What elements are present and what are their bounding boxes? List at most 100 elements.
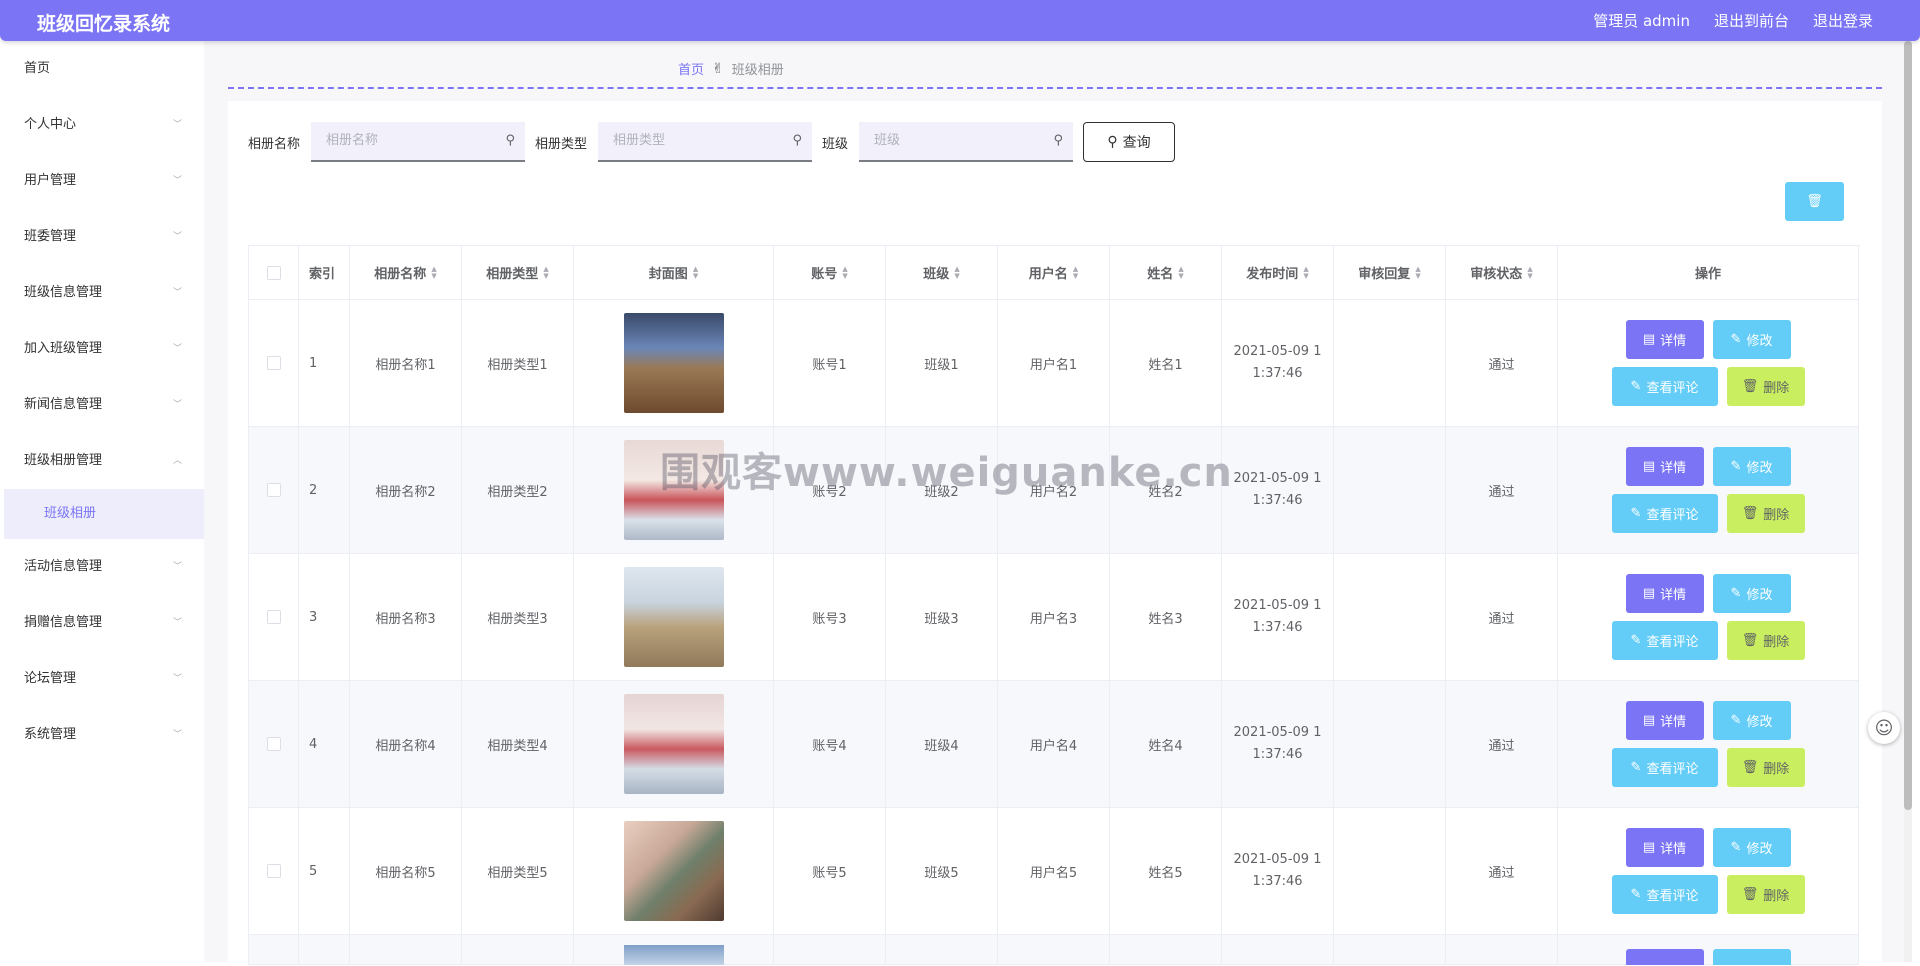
sidebar-item-committee[interactable]: 班委管理 ﹀ [4, 209, 204, 265]
detail-button[interactable]: ▤ 详情 [1625, 574, 1704, 613]
edit-button-label: 修改 [1746, 461, 1773, 476]
row-checkbox[interactable] [266, 356, 281, 370]
avatar[interactable]: ☺ [1868, 712, 1900, 744]
header-realname[interactable]: 姓名 ▲ ▼ [1110, 246, 1222, 300]
to-front-link[interactable]: 退出到前台 [1714, 10, 1789, 31]
sidebar-item-activity[interactable]: 活动信息管理 ﹀ [4, 539, 204, 595]
album-panel: 相册名称 相册名称 ⚲ 相册类型 相册类型 ⚲ 班级 班级 ⚲ ⚲ 查询 🗑 索引 相册… [228, 101, 1882, 965]
sidebar-item-home[interactable]: 首页 [4, 41, 204, 97]
account-cell [774, 935, 886, 965]
header-account[interactable]: 账号 ▲ ▼ [774, 246, 886, 300]
time-cell [1222, 935, 1334, 965]
album-type-input[interactable]: 相册类型 ⚲ [598, 122, 813, 162]
sidebar-item-album[interactable]: 班级相册管理 ︿ [4, 433, 204, 489]
cover-image[interactable] [623, 945, 724, 965]
sort-icon[interactable]: ▲ ▼ [842, 265, 847, 280]
header-cover[interactable]: 封面图 ▲ ▼ [574, 246, 774, 300]
select-all-checkbox[interactable] [266, 265, 281, 280]
sort-icon[interactable]: ▲ ▼ [954, 265, 959, 280]
comments-button[interactable]: ✎ 查看评论 [1611, 367, 1718, 406]
delete-button-label: 删除 [1763, 762, 1790, 777]
name-cell: 相册名称5 [350, 808, 462, 935]
row-checkbox[interactable] [266, 864, 281, 878]
class-input[interactable]: 班级 ⚲ [859, 122, 1074, 162]
cover-image[interactable] [623, 440, 724, 540]
sort-icon[interactable]: ▲ ▼ [1178, 265, 1183, 280]
class-cell: 班级2 [886, 427, 998, 554]
sidebar-item-system[interactable]: 系统管理 ﹀ [4, 707, 204, 763]
sidebar-item-label: 论坛管理 [24, 671, 77, 686]
sidebar-item-forum[interactable]: 论坛管理 ﹀ [4, 651, 204, 707]
comments-button[interactable]: ✎ 查看评论 [1611, 748, 1718, 787]
edit-button[interactable]: ✎ 修改 [1712, 320, 1791, 359]
page-scrollbar[interactable] [1904, 41, 1912, 962]
sidebar-item-label: 首页 [24, 61, 51, 76]
type-cell [462, 935, 574, 965]
detail-button[interactable]: ▤ 详情 [1625, 447, 1704, 486]
sidebar-item-class-info[interactable]: 班级信息管理 ﹀ [4, 265, 204, 321]
cover-image[interactable] [623, 313, 724, 413]
row-checkbox[interactable] [266, 737, 281, 751]
detail-button[interactable]: ▤ 详情 [1625, 320, 1704, 359]
comments-button[interactable]: ✎ 查看评论 [1611, 494, 1718, 533]
table-row: 3 相册名称3 相册类型3 账号3 班级3 用户名3 姓名3 2021-05-0… [249, 554, 1860, 681]
sort-icon[interactable]: ▲ ▼ [1303, 265, 1308, 280]
time-line: 1:37:46 [1252, 366, 1303, 381]
batch-delete-button[interactable]: 🗑 [1785, 182, 1844, 221]
sort-icon[interactable]: ▲ ▼ [693, 265, 698, 280]
username-cell: 用户名3 [998, 554, 1110, 681]
cover-image[interactable] [623, 821, 724, 921]
sidebar-item-personal[interactable]: 个人中心 ﹀ [4, 97, 204, 153]
comments-button[interactable]: ✎ 查看评论 [1611, 621, 1718, 660]
detail-button[interactable]: ▤ 详情 [1625, 828, 1704, 867]
album-name-input[interactable]: 相册名称 ⚲ [311, 122, 526, 162]
header-name[interactable]: 相册名称 ▲ ▼ [350, 246, 462, 300]
header-type[interactable]: 相册类型 ▲ ▼ [462, 246, 574, 300]
sidebar-item-news[interactable]: 新闻信息管理 ﹀ [4, 377, 204, 433]
detail-button[interactable] [1625, 949, 1704, 965]
detail-button[interactable]: ▤ 详情 [1625, 701, 1704, 740]
index-cell: 4 [299, 681, 350, 808]
sort-icon[interactable]: ▲ ▼ [1073, 265, 1078, 280]
detail-button-label: 详情 [1660, 461, 1687, 476]
logout-link[interactable]: 退出登录 [1813, 10, 1873, 31]
header-time[interactable]: 发布时间 ▲ ▼ [1222, 246, 1334, 300]
cover-image[interactable] [623, 694, 724, 794]
edit-button[interactable]: ✎ 修改 [1712, 447, 1791, 486]
delete-button[interactable]: 🗑 删除 [1726, 621, 1805, 660]
delete-button[interactable]: 🗑 删除 [1726, 748, 1805, 787]
realname-cell: 姓名4 [1110, 681, 1222, 808]
sidebar-item-label: 班委管理 [24, 229, 77, 244]
query-button[interactable]: ⚲ 查询 [1083, 122, 1176, 162]
delete-button[interactable]: 🗑 删除 [1726, 367, 1805, 406]
edit-button[interactable] [1712, 949, 1791, 965]
sidebar-subitem-class-album[interactable]: 班级相册 [4, 489, 204, 539]
sidebar-item-users[interactable]: 用户管理 ﹀ [4, 153, 204, 209]
edit-button[interactable]: ✎ 修改 [1712, 701, 1791, 740]
sidebar-item-join-class[interactable]: 加入班级管理 ﹀ [4, 321, 204, 377]
delete-button[interactable]: 🗑 删除 [1726, 875, 1805, 914]
sidebar-item-donation[interactable]: 捐赠信息管理 ﹀ [4, 595, 204, 651]
edit-button-label: 修改 [1746, 334, 1773, 349]
row-checkbox[interactable] [266, 610, 281, 624]
header-index[interactable]: 索引 [299, 246, 350, 300]
cover-image[interactable] [623, 567, 724, 667]
table-row: 5 相册名称5 相册类型5 账号5 班级5 用户名5 姓名5 2021-05-0… [249, 808, 1860, 935]
delete-button[interactable]: 🗑 删除 [1726, 494, 1805, 533]
header-status[interactable]: 审核状态 ▲ ▼ [1446, 246, 1558, 300]
sort-icon[interactable]: ▲ ▼ [1527, 265, 1532, 280]
header-reply[interactable]: 审核回复 ▲ ▼ [1334, 246, 1446, 300]
edit-button[interactable]: ✎ 修改 [1712, 828, 1791, 867]
row-checkbox[interactable] [266, 483, 281, 497]
sort-icon[interactable]: ▲ ▼ [431, 265, 436, 280]
edit-button[interactable]: ✎ 修改 [1712, 574, 1791, 613]
comments-button[interactable]: ✎ 查看评论 [1611, 875, 1718, 914]
sort-icon[interactable]: ▲ ▼ [1415, 265, 1420, 280]
scrollbar-thumb[interactable] [1904, 41, 1912, 810]
row-select-cell [249, 808, 299, 935]
breadcrumb-home[interactable]: 首页 [678, 59, 704, 78]
cover-cell [574, 681, 774, 808]
sort-icon[interactable]: ▲ ▼ [543, 265, 548, 280]
header-class[interactable]: 班级 ▲ ▼ [886, 246, 998, 300]
header-username[interactable]: 用户名 ▲ ▼ [998, 246, 1110, 300]
